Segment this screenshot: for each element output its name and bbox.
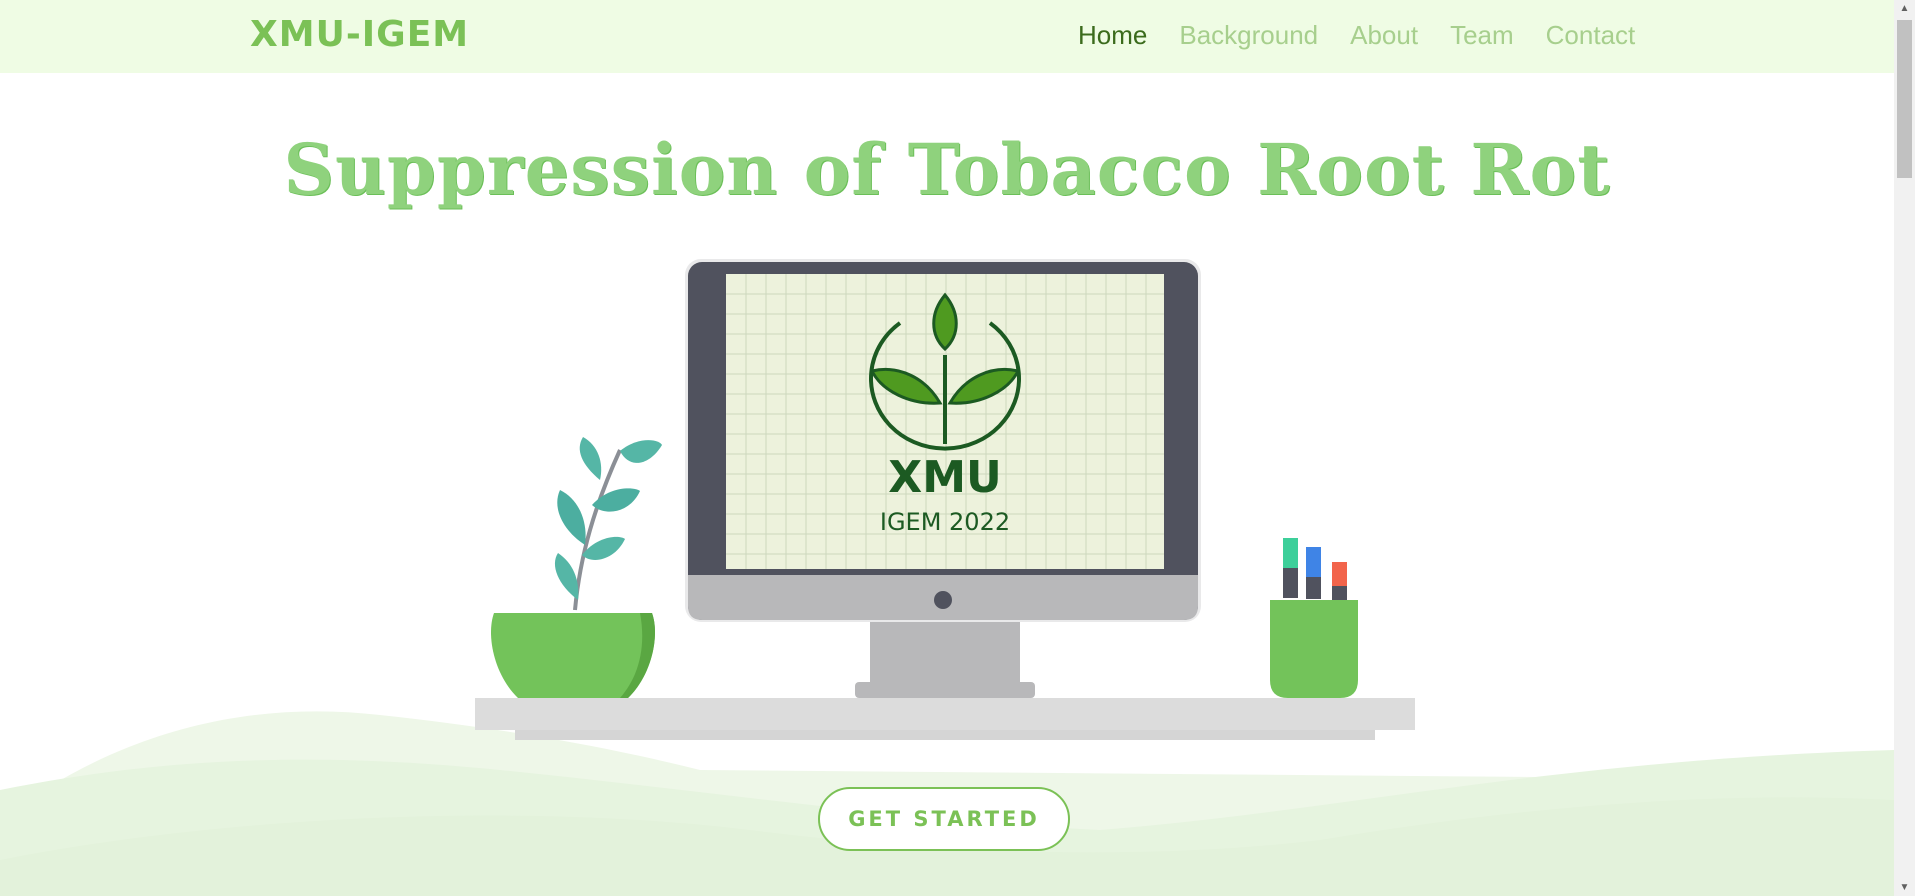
- scroll-up-icon[interactable]: ▲: [1894, 0, 1915, 17]
- get-started-button[interactable]: GET STARTED: [818, 787, 1070, 851]
- nav-team[interactable]: Team: [1450, 20, 1514, 51]
- site-logo[interactable]: XMU-IGEM: [250, 14, 469, 55]
- page-scrollbar[interactable]: ▲ ▼: [1894, 0, 1915, 896]
- nav-home[interactable]: Home: [1078, 20, 1147, 51]
- scroll-down-icon[interactable]: ▼: [1894, 879, 1915, 896]
- desk-illustration: XMU IGEM 2022: [475, 259, 1415, 740]
- potted-plant-icon: [491, 437, 662, 698]
- scrollbar-thumb[interactable]: [1897, 20, 1912, 178]
- pen-cup-icon: [1270, 538, 1358, 698]
- screen-text-sub: IGEM 2022: [880, 508, 1010, 536]
- nav-about[interactable]: About: [1350, 20, 1418, 51]
- main-nav: Home Background About Team Contact: [1078, 20, 1667, 51]
- screen-text-main: XMU: [888, 452, 1001, 503]
- top-navbar: XMU-IGEM Home Background About Team Cont…: [0, 0, 1894, 73]
- nav-contact[interactable]: Contact: [1546, 20, 1636, 51]
- hero-title: Suppression of Tobacco Root Rot: [283, 128, 1611, 211]
- nav-background[interactable]: Background: [1179, 20, 1318, 51]
